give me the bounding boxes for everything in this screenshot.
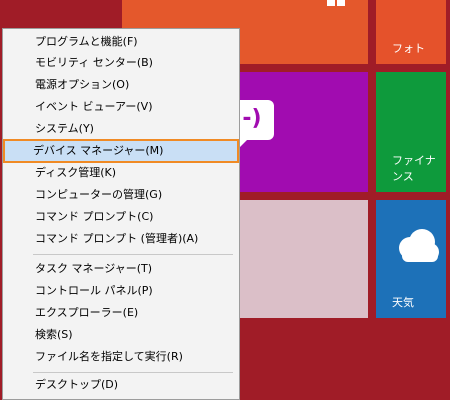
menu-item-system[interactable]: システム(Y) (7, 119, 235, 139)
tile-photo-label: フォト (392, 42, 425, 55)
menu-item-power-options[interactable]: 電源オプション(O) (7, 75, 235, 95)
menu-item-task-manager[interactable]: タスク マネージャー(T) (7, 259, 235, 279)
menu-item-programs-features[interactable]: プログラムと機能(F) (7, 32, 235, 52)
menu-item-disk-management[interactable]: ディスク管理(K) (7, 163, 235, 183)
winx-context-menu: プログラムと機能(F) モビリティ センター(B) 電源オプション(O) イベン… (2, 28, 240, 400)
menu-item-run[interactable]: ファイル名を指定して実行(R) (7, 347, 235, 367)
speech-bubble-tail (240, 138, 249, 147)
tile-finance[interactable]: ファイナンス (376, 72, 446, 192)
menu-item-control-panel[interactable]: コントロール パネル(P) (7, 281, 235, 301)
menu-item-computer-management[interactable]: コンピューターの管理(G) (7, 185, 235, 205)
tile-finance-label: ファイナンス (392, 154, 436, 183)
menu-item-desktop[interactable]: デスクトップ(D) (7, 375, 235, 395)
tile-photo[interactable]: フォト (376, 0, 446, 64)
menu-separator (33, 254, 233, 255)
windows-logo-icon (327, 0, 347, 14)
menu-item-command-prompt[interactable]: コマンド プロンプト(C) (7, 207, 235, 227)
tile-weather-label: 天気 (392, 296, 414, 309)
menu-item-search[interactable]: 検索(S) (7, 325, 235, 345)
menu-separator (33, 372, 233, 373)
menu-item-mobility-center[interactable]: モビリティ センター(B) (7, 53, 235, 73)
menu-item-device-manager[interactable]: デバイス マネージャー(M) (3, 139, 239, 163)
menu-item-event-viewer[interactable]: イベント ビューアー(V) (7, 97, 235, 117)
menu-item-command-prompt-admin[interactable]: コマンド プロンプト (管理者)(A) (7, 229, 235, 249)
start-screen: フォト -) ファイナンス 天気 プログラムと機能(F) モビリティ センター(… (0, 0, 450, 400)
cloud-icon (399, 229, 439, 262)
menu-item-explorer[interactable]: エクスプローラー(E) (7, 303, 235, 323)
